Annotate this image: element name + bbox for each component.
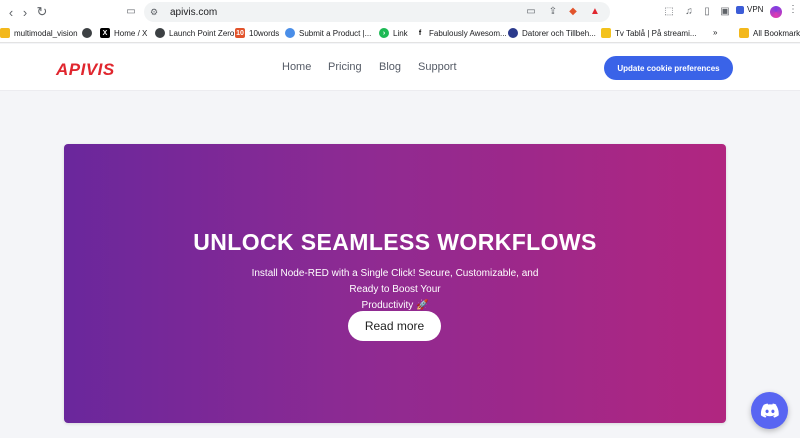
- url-text: apivis.com: [170, 6, 218, 18]
- bookmark-item[interactable]: Launch Point Zero: [155, 28, 234, 38]
- extensions-icon[interactable]: ⬚: [662, 4, 676, 18]
- vpn-icon: [736, 5, 744, 14]
- brave-shield-icon[interactable]: ◆: [566, 4, 580, 18]
- bookmark-page-icon[interactable]: ▭: [124, 4, 138, 18]
- bookmark-item[interactable]: f Fabulously Awesom...: [415, 28, 507, 38]
- bookmark-item[interactable]: Submit a Product |...: [285, 28, 371, 38]
- brave-rewards-icon[interactable]: ▲: [588, 4, 602, 18]
- bookmark-item[interactable]: multimodal_vision: [0, 28, 78, 38]
- globe-icon: [155, 28, 165, 38]
- bookmark-item[interactable]: X Home / X: [100, 28, 147, 38]
- link-icon: ›: [379, 28, 389, 38]
- tv-icon: [601, 28, 611, 38]
- nav-pricing[interactable]: Pricing: [328, 61, 362, 73]
- f-icon: f: [415, 28, 425, 38]
- bookmark-item[interactable]: Datorer och Tillbeh...: [508, 28, 596, 38]
- share-icon[interactable]: ⇪: [546, 4, 560, 18]
- bookmarks-overflow-button[interactable]: »: [713, 28, 717, 37]
- 10words-icon: 10: [235, 28, 245, 38]
- folder-icon: [739, 28, 749, 38]
- site-info-icon[interactable]: ⚙: [150, 7, 164, 18]
- x-icon: X: [100, 28, 110, 38]
- hero-title: UNLOCK SEAMLESS WORKFLOWS: [193, 229, 597, 255]
- bookmarks-bar: multimodal_vision X Home / X Launch Poin…: [0, 24, 800, 43]
- read-more-button[interactable]: Read more: [348, 311, 441, 341]
- site-header: APIVIS Home Pricing Blog Support Update …: [0, 44, 800, 91]
- hero-banner: UNLOCK SEAMLESS WORKFLOWS Install Node-R…: [64, 144, 726, 423]
- store-icon: [508, 28, 518, 38]
- update-cookie-preferences-button[interactable]: Update cookie preferences: [604, 56, 733, 80]
- discord-icon: [760, 403, 779, 418]
- nav-home[interactable]: Home: [282, 61, 311, 73]
- sidebar-icon[interactable]: ▯: [700, 4, 714, 18]
- bookmark-item[interactable]: › Link: [379, 28, 408, 38]
- hero-subtitle: Install Node-RED with a Single Click! Se…: [251, 268, 539, 311]
- cloud-icon: [285, 28, 295, 38]
- discord-chat-button[interactable]: [751, 392, 788, 429]
- bookmark-item[interactable]: Tv Tablå | På streami...: [601, 28, 697, 38]
- reload-icon[interactable]: ↻: [33, 3, 51, 21]
- folder-icon: [0, 28, 10, 38]
- bookmark-item[interactable]: [82, 28, 92, 38]
- wallet-icon[interactable]: ▣: [718, 4, 732, 18]
- nav-blog[interactable]: Blog: [379, 61, 401, 73]
- all-bookmarks-button[interactable]: All Bookmarks: [739, 28, 800, 38]
- music-icon[interactable]: ♫: [682, 4, 696, 18]
- logo[interactable]: APIVIS: [56, 60, 115, 80]
- address-bar[interactable]: ⚙ apivis.com: [144, 2, 610, 22]
- nav-support[interactable]: Support: [418, 61, 457, 73]
- bookmark-item[interactable]: 10 10words: [235, 28, 279, 38]
- browser-toolbar: ‹ › ↻ ▭ ⚙ apivis.com ▭ ⇪ ◆ ▲ ⬚ ♫ ▯ ▣ VPN…: [0, 0, 800, 24]
- vpn-button[interactable]: VPN: [736, 5, 763, 14]
- profile-avatar[interactable]: [770, 6, 782, 18]
- forward-icon[interactable]: ›: [16, 3, 34, 21]
- menu-icon[interactable]: ⋮: [788, 4, 798, 15]
- cast-icon[interactable]: ▭: [524, 4, 538, 18]
- globe-icon: [82, 28, 92, 38]
